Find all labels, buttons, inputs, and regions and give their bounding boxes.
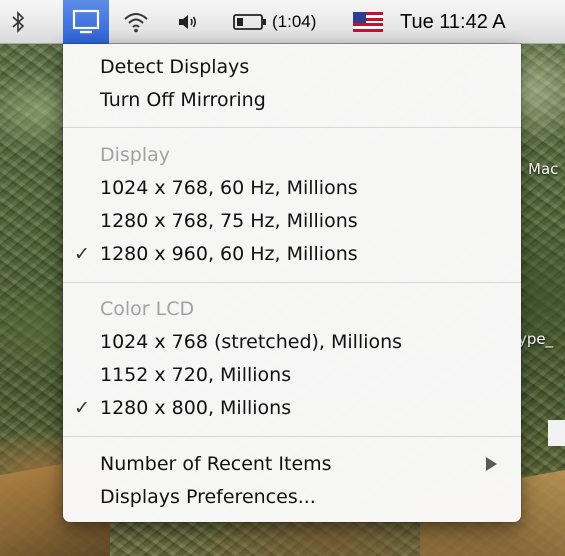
menu-item-detect-displays[interactable]: Detect Displays	[63, 52, 521, 82]
volume-menu-extra[interactable]	[175, 0, 201, 44]
menu-separator	[63, 436, 521, 437]
desktop-window-edge	[548, 420, 565, 446]
menu-header-display: Display	[63, 140, 521, 170]
menu-separator	[63, 127, 521, 128]
menu-item-label: Detect Displays	[100, 56, 250, 78]
checkmark-icon: ✓	[74, 243, 90, 265]
menu-item-label: Number of Recent Items	[100, 453, 332, 475]
menu-bar-clock[interactable]: Tue 11:42 A	[400, 0, 565, 44]
menu-bar: (1:04) Tue 11:42 A	[0, 0, 565, 44]
menu-item-display-mode[interactable]: 1280 x 768, 75 Hz, Millions	[63, 206, 521, 236]
battery-time-remaining[interactable]: (1:04)	[272, 0, 342, 44]
menu-item-label: 1280 x 768, 75 Hz, Millions	[100, 210, 358, 232]
bluetooth-menu-extra[interactable]	[6, 0, 30, 44]
wifi-menu-extra[interactable]	[117, 0, 155, 44]
menu-header-label: Display	[100, 144, 171, 166]
menu-item-display-mode[interactable]: 1024 x 768, 60 Hz, Millions	[63, 173, 521, 203]
menu-header-label: Color LCD	[100, 298, 195, 320]
wifi-icon	[124, 13, 148, 33]
menu-item-label: Displays Preferences...	[100, 486, 316, 508]
flag-icon	[353, 12, 383, 32]
checkmark-icon: ✓	[74, 397, 90, 419]
menu-item-label: 1280 x 800, Millions	[100, 397, 292, 419]
menu-item-display-mode[interactable]: ✓ 1280 x 960, 60 Hz, Millions	[63, 239, 521, 269]
menu-item-turn-off-mirroring[interactable]: Turn Off Mirroring	[63, 85, 521, 115]
menu-item-label: 1280 x 960, 60 Hz, Millions	[100, 243, 358, 265]
desktop-icon-label-type[interactable]: ype_	[518, 330, 553, 348]
menu-item-lcd-mode[interactable]: 1152 x 720, Millions	[63, 360, 521, 390]
menu-item-lcd-mode[interactable]: 1024 x 768 (stretched), Millions	[63, 327, 521, 357]
menu-item-label: 1152 x 720, Millions	[100, 364, 292, 386]
menu-item-displays-preferences[interactable]: Displays Preferences...	[63, 482, 521, 512]
menu-item-lcd-mode[interactable]: ✓ 1280 x 800, Millions	[63, 393, 521, 423]
menu-header-color-lcd: Color LCD	[63, 294, 521, 324]
battery-menu-extra[interactable]	[230, 0, 270, 44]
display-menu-extra[interactable]	[63, 0, 109, 44]
battery-icon	[233, 14, 266, 30]
menu-separator	[63, 282, 521, 283]
input-source-menu-extra[interactable]	[352, 0, 384, 44]
menu-item-number-of-recent-items[interactable]: Number of Recent Items	[63, 449, 521, 479]
displays-menu: Detect Displays Turn Off Mirroring Displ…	[63, 44, 521, 522]
display-icon	[72, 9, 100, 34]
menu-item-label: 1024 x 768, 60 Hz, Millions	[100, 177, 358, 199]
menu-item-label: Turn Off Mirroring	[100, 89, 266, 111]
menu-item-label: 1024 x 768 (stretched), Millions	[100, 331, 403, 353]
desktop-icon-label-mac[interactable]: Mac	[528, 160, 558, 178]
volume-icon	[179, 15, 197, 29]
submenu-arrow-icon	[486, 457, 497, 471]
bluetooth-icon	[12, 11, 25, 33]
